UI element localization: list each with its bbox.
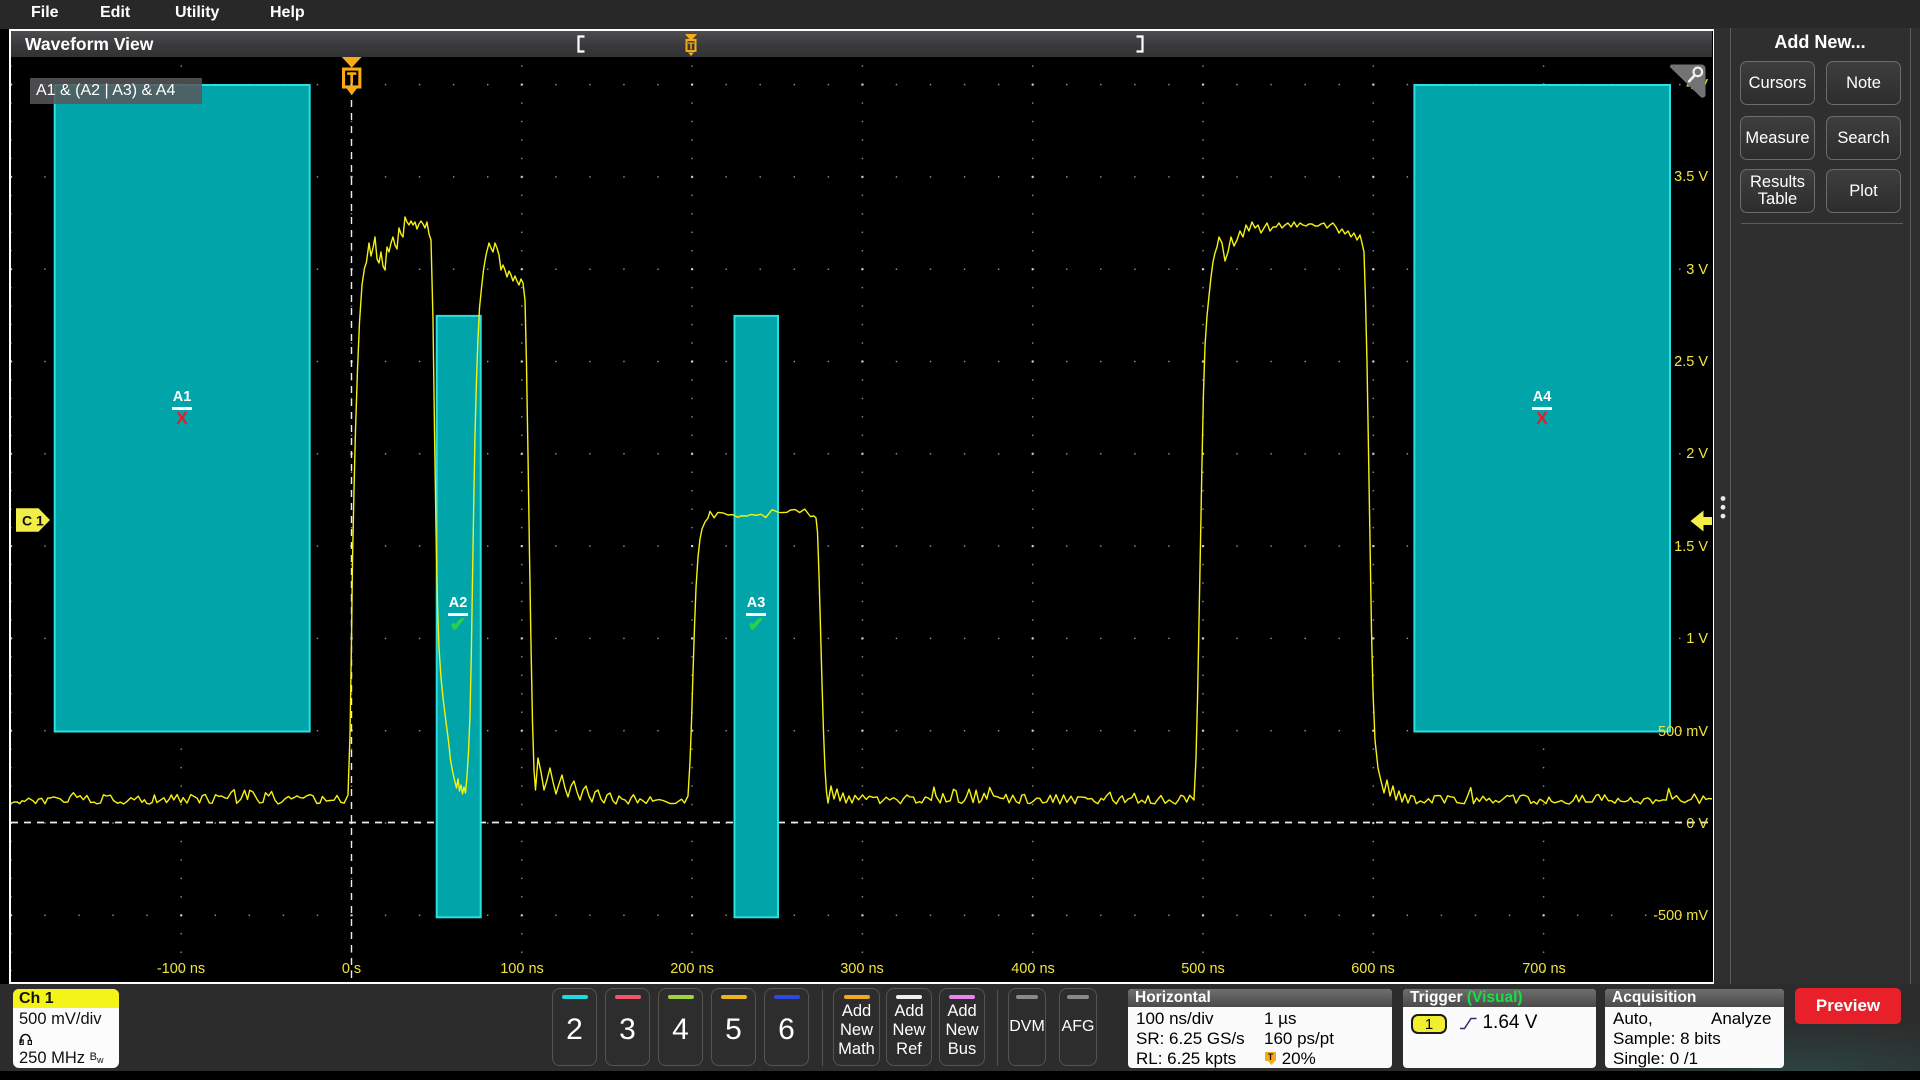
svg-text:T: T (1268, 1052, 1274, 1062)
svg-text:C 1: C 1 (22, 513, 44, 529)
